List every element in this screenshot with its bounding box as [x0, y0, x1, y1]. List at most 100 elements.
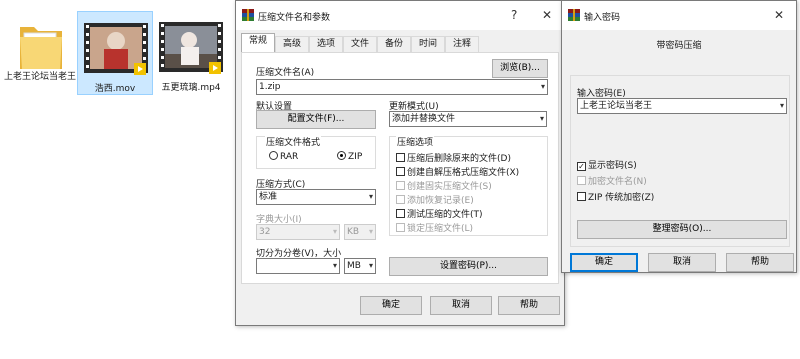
option-checkbox[interactable]: 添加恢复记录(E): [396, 193, 474, 206]
option-checkbox[interactable]: 创建固实压缩文件(S): [396, 179, 492, 192]
chevron-down-icon[interactable]: ▾: [369, 190, 373, 204]
winrar-app-icon: [568, 9, 580, 21]
encrypt-names-label: 加密文件名(N): [588, 177, 647, 187]
close-icon[interactable]: ✕: [542, 8, 552, 22]
file-name: 上老王论坛当老王: [3, 72, 76, 82]
file-item-folder[interactable]: 上老王论坛当老王: [2, 11, 78, 95]
checkbox-icon: [396, 153, 405, 162]
file-item-video-1[interactable]: 浩西.mov: [77, 11, 153, 95]
checkbox-icon: [577, 176, 586, 185]
method-value: 标准: [259, 192, 278, 202]
show-password-label: 显示密码(S): [588, 161, 637, 171]
option-label: 创建自解压格式压缩文件(X): [407, 168, 520, 178]
organize-passwords-button[interactable]: 整理密码(O)...: [577, 220, 787, 239]
zip-legacy-label: ZIP 传统加密(Z): [588, 193, 655, 203]
split-unit-select[interactable]: MB ▾: [344, 258, 376, 274]
folder-icon: [20, 27, 62, 69]
archive-name-label: 压缩文件名(A): [256, 68, 315, 78]
format-zip-radio[interactable]: ZIP: [337, 151, 362, 162]
checkbox-icon: [577, 192, 586, 201]
radio-icon: [269, 151, 278, 160]
checkbox-icon: [396, 209, 405, 218]
tab-advanced[interactable]: 高级: [275, 36, 309, 52]
file-item-video-2[interactable]: 五更琉璃.mp4: [153, 11, 229, 95]
ok-button[interactable]: 确定: [570, 253, 638, 272]
option-label: 锁定压缩文件(L): [407, 224, 474, 234]
dict-unit-select[interactable]: KB ▾: [344, 224, 376, 240]
tab-options[interactable]: 选项: [309, 36, 343, 52]
format-rar-radio[interactable]: RAR: [269, 151, 298, 162]
radio-selected-icon: [337, 151, 346, 160]
format-rar-label: RAR: [280, 152, 299, 162]
close-icon[interactable]: ✕: [774, 8, 784, 22]
video-thumbnail-icon: [84, 23, 148, 75]
split-size-input[interactable]: ▾: [256, 258, 340, 274]
title-bar[interactable]: 压缩文件名和参数 ? ✕: [236, 1, 564, 30]
option-checkbox[interactable]: 锁定压缩文件(L): [396, 221, 473, 234]
dialog-title: 输入密码: [584, 13, 621, 23]
dialog-heading: 带密码压缩: [656, 41, 702, 51]
format-group: 压缩文件格式 RAR ZIP: [256, 135, 376, 169]
title-bar[interactable]: 输入密码 ✕: [562, 1, 796, 30]
password-input[interactable]: 上老王论坛当老王 ▾: [577, 98, 787, 114]
tab-time[interactable]: 时间: [411, 36, 445, 52]
dialog-title: 压缩文件名和参数: [258, 13, 331, 23]
archive-dialog: 压缩文件名和参数 ? ✕ 常规 高级 选项 文件 备份 时间 注释 压缩文件名(…: [235, 0, 565, 326]
tab-panel: 压缩文件名(A) 浏览(B)... 1.zip ▾ 默认设置 配置文件(F)...…: [241, 52, 559, 284]
password-dialog: 输入密码 ✕ 带密码压缩 输入密码(E) 上老王论坛当老王 ▾ ✓ 显示密码(S) …: [561, 0, 797, 273]
archive-name-input[interactable]: 1.zip ▾: [256, 79, 548, 95]
file-name: 浩西.mov: [94, 84, 136, 94]
dict-unit-value: KB: [347, 227, 360, 237]
method-select[interactable]: 标准 ▾: [256, 189, 376, 205]
password-panel: 输入密码(E) 上老王论坛当老王 ▾ ✓ 显示密码(S) 加密文件名(N) ZIP …: [570, 75, 790, 247]
winrar-app-icon: [242, 9, 254, 21]
video-thumbnail-icon: [159, 22, 223, 74]
option-checkbox[interactable]: 测试压缩的文件(T): [396, 207, 483, 220]
options-group: 压缩选项 压缩后删除原来的文件(D) 创建自解压格式压缩文件(X) 创建固实压缩文件…: [389, 135, 548, 236]
option-label: 测试压缩的文件(T): [407, 210, 483, 220]
help-button[interactable]: 帮助: [498, 296, 560, 315]
option-label: 添加恢复记录(E): [407, 196, 474, 206]
tab-general[interactable]: 常规: [241, 33, 275, 53]
options-group-label: 压缩选项: [396, 135, 435, 148]
dict-size-value: 32: [259, 227, 271, 237]
archive-name-value: 1.zip: [259, 82, 281, 92]
ok-button[interactable]: 确定: [360, 296, 422, 315]
explorer-pane: 上老王论坛当老王 浩西.mov 五更琉璃.mp4: [0, 0, 235, 359]
tab-files[interactable]: 文件: [343, 36, 377, 52]
browse-button[interactable]: 浏览(B)...: [492, 59, 548, 78]
file-name: 五更琉璃.mp4: [161, 83, 221, 93]
checkbox-icon: [396, 195, 405, 204]
chevron-down-icon: ▾: [368, 227, 373, 236]
chevron-down-icon[interactable]: ▾: [780, 99, 784, 113]
option-label: 压缩后删除原来的文件(D): [407, 154, 511, 164]
option-checkbox[interactable]: 压缩后删除原来的文件(D): [396, 151, 511, 164]
chevron-down-icon[interactable]: ▾: [369, 259, 373, 273]
option-checkbox[interactable]: 创建自解压格式压缩文件(X): [396, 165, 519, 178]
option-label: 创建固实压缩文件(S): [407, 182, 492, 192]
chevron-down-icon[interactable]: ▾: [540, 112, 544, 126]
zip-legacy-checkbox[interactable]: ZIP 传统加密(Z): [577, 190, 654, 203]
help-icon[interactable]: ?: [511, 8, 517, 22]
checkbox-icon: [396, 167, 405, 176]
checkbox-icon: [396, 181, 405, 190]
checkbox-checked-icon: ✓: [577, 162, 586, 171]
chevron-down-icon[interactable]: ▾: [541, 80, 545, 94]
encrypt-names-checkbox[interactable]: 加密文件名(N): [577, 174, 647, 187]
set-password-button[interactable]: 设置密码(P)...: [389, 257, 548, 276]
help-button[interactable]: 帮助: [726, 253, 794, 272]
password-value: 上老王论坛当老王: [580, 101, 653, 111]
update-mode-select[interactable]: 添加并替换文件 ▾: [389, 111, 547, 127]
format-group-label: 压缩文件格式: [265, 135, 322, 148]
tab-comment[interactable]: 注释: [445, 36, 479, 52]
tab-backup[interactable]: 备份: [377, 36, 411, 52]
cancel-button[interactable]: 取消: [648, 253, 716, 272]
dict-size-select[interactable]: 32 ▾: [256, 224, 340, 240]
checkbox-icon: [396, 223, 405, 232]
show-password-checkbox[interactable]: ✓ 显示密码(S): [577, 158, 637, 171]
profile-button[interactable]: 配置文件(F)...: [256, 110, 376, 129]
format-zip-label: ZIP: [348, 152, 363, 162]
chevron-down-icon[interactable]: ▾: [333, 259, 337, 273]
chevron-down-icon: ▾: [332, 227, 337, 236]
cancel-button[interactable]: 取消: [430, 296, 492, 315]
